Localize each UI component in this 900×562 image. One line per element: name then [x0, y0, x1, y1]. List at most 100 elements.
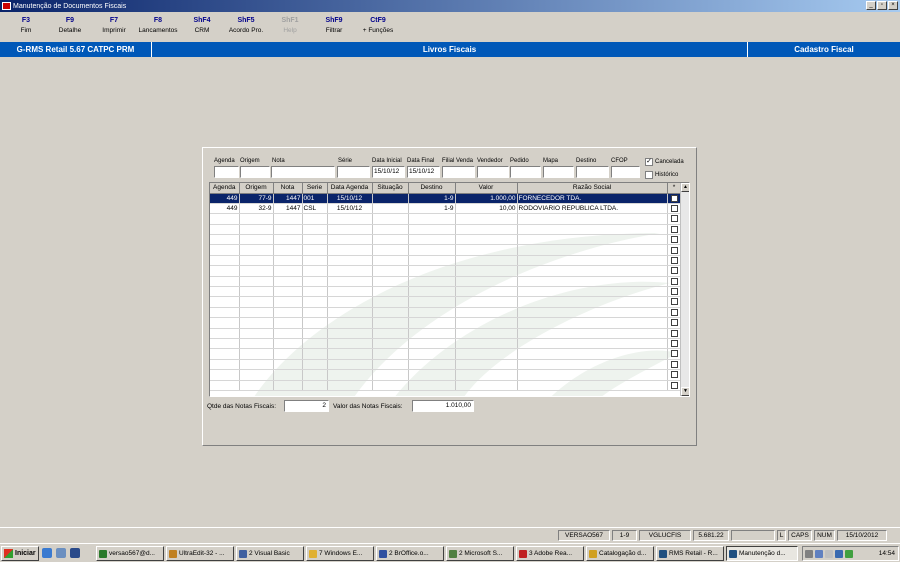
- row-checkbox[interactable]: [670, 236, 678, 244]
- scroll-up-arrow-icon[interactable]: ▲: [681, 183, 689, 192]
- row-select-cell[interactable]: [667, 224, 682, 236]
- minimize-button[interactable]: _: [866, 1, 876, 10]
- app-quicklaunch-icon[interactable]: [70, 548, 80, 558]
- tray-printer-icon[interactable]: [805, 549, 813, 558]
- taskbar-item-active[interactable]: Manutenção d...: [726, 546, 798, 561]
- toolbar-button-imprimir[interactable]: F7 Imprimir: [92, 12, 136, 40]
- taskbar-item[interactable]: UltraEdit-32 - ...: [166, 546, 234, 561]
- table-row[interactable]: [210, 213, 682, 225]
- network-quicklaunch-icon[interactable]: [56, 548, 66, 558]
- table-row[interactable]: [210, 244, 682, 256]
- origem-field[interactable]: [240, 166, 270, 178]
- toolbar-button-detalhe[interactable]: F9 Detalhe: [48, 12, 92, 40]
- toolbar-button-acordo[interactable]: ShF5 Acordo Pro.: [224, 12, 268, 40]
- agenda-field[interactable]: [214, 166, 239, 178]
- column-header[interactable]: Data Agenda: [327, 183, 373, 194]
- row-select-cell[interactable]: [667, 338, 682, 350]
- column-header[interactable]: Valor: [455, 183, 518, 194]
- taskbar-item[interactable]: RMS Retail - R...: [656, 546, 724, 561]
- ie-quicklaunch-icon[interactable]: [42, 548, 52, 558]
- row-select-cell[interactable]: [667, 255, 682, 267]
- row-select-cell[interactable]: [667, 213, 682, 225]
- row-checkbox[interactable]: [670, 246, 678, 254]
- table-row[interactable]: [210, 265, 682, 277]
- toolbar-button-lancamentos[interactable]: F8 Lancamentos: [136, 12, 180, 40]
- tray-security-icon[interactable]: [845, 549, 853, 558]
- table-row[interactable]: [210, 307, 682, 319]
- table-row[interactable]: [210, 296, 682, 308]
- vendedor-field[interactable]: [477, 166, 509, 178]
- row-checkbox[interactable]: [670, 298, 678, 306]
- row-checkbox[interactable]: [670, 277, 678, 285]
- row-select-cell[interactable]: [667, 317, 682, 329]
- row-select-cell[interactable]: [667, 276, 682, 288]
- cancelada-checkbox[interactable]: ✓: [645, 158, 653, 166]
- row-select-cell[interactable]: [667, 348, 682, 360]
- data-final-field[interactable]: 15/10/12: [407, 166, 440, 178]
- row-checkbox[interactable]: [670, 194, 678, 202]
- table-row[interactable]: [210, 286, 682, 298]
- historico-checkbox[interactable]: [645, 171, 653, 179]
- row-checkbox[interactable]: [670, 288, 678, 296]
- table-row[interactable]: [210, 338, 682, 350]
- table-row[interactable]: [210, 276, 682, 288]
- table-row[interactable]: 449 77-9 1447 001 15/10/12 1-9 1.000,00 …: [210, 193, 682, 204]
- row-checkbox[interactable]: [670, 225, 678, 233]
- toolbar-button-filtrar[interactable]: ShF9 Filtrar: [312, 12, 356, 40]
- taskbar-item[interactable]: 7 Windows E...: [306, 546, 374, 561]
- row-select-cell[interactable]: [667, 244, 682, 256]
- table-row[interactable]: [210, 359, 682, 371]
- taskbar-item[interactable]: 2 Visual Basic: [236, 546, 304, 561]
- table-row[interactable]: 449 32-9 1447 CSL 15/10/12 1-9 10,00 ROD…: [210, 203, 682, 215]
- column-header[interactable]: Serie: [302, 183, 328, 194]
- table-row[interactable]: [210, 224, 682, 236]
- table-row[interactable]: [210, 234, 682, 246]
- tray-volume-icon[interactable]: [825, 549, 833, 558]
- mapa-field[interactable]: [543, 166, 574, 178]
- data-inicial-field[interactable]: 15/10/12: [372, 166, 405, 178]
- column-header[interactable]: Situação: [372, 183, 409, 194]
- row-checkbox[interactable]: [670, 381, 678, 389]
- toolbar-button-crm[interactable]: ShF4 CRM: [180, 12, 224, 40]
- maximize-button[interactable]: ▫: [877, 1, 887, 10]
- taskbar-item[interactable]: 2 BrOffice.o...: [376, 546, 444, 561]
- table-row[interactable]: [210, 348, 682, 360]
- row-select-cell[interactable]: [667, 234, 682, 246]
- row-checkbox[interactable]: [670, 340, 678, 348]
- row-select-cell[interactable]: [667, 286, 682, 298]
- column-header[interactable]: Agenda: [210, 183, 240, 194]
- table-row[interactable]: [210, 317, 682, 329]
- taskbar-item[interactable]: Catalogação d...: [586, 546, 654, 561]
- row-select-cell[interactable]: [667, 359, 682, 371]
- row-select-cell[interactable]: [667, 380, 682, 391]
- tray-network-icon[interactable]: [815, 549, 823, 558]
- column-header[interactable]: Razão Social: [517, 183, 668, 194]
- tray-app-icon[interactable]: [835, 549, 843, 558]
- row-select-cell[interactable]: [667, 193, 682, 204]
- row-checkbox[interactable]: [670, 371, 678, 379]
- row-checkbox[interactable]: [670, 329, 678, 337]
- serie-field[interactable]: [337, 166, 370, 178]
- row-checkbox[interactable]: [670, 350, 678, 358]
- row-select-cell[interactable]: [667, 203, 682, 215]
- row-checkbox[interactable]: [670, 319, 678, 327]
- row-checkbox[interactable]: [670, 256, 678, 264]
- column-header[interactable]: Origem: [239, 183, 274, 194]
- table-row[interactable]: [210, 255, 682, 267]
- close-button[interactable]: ×: [888, 1, 898, 10]
- taskbar-item[interactable]: 2 Microsoft S...: [446, 546, 514, 561]
- nota-field[interactable]: [271, 166, 335, 178]
- table-row[interactable]: [210, 380, 682, 391]
- destino-field[interactable]: [576, 166, 609, 178]
- row-checkbox[interactable]: [670, 360, 678, 368]
- column-header[interactable]: Nota: [273, 183, 303, 194]
- column-header[interactable]: Destino: [408, 183, 456, 194]
- row-checkbox[interactable]: [670, 308, 678, 316]
- row-select-cell[interactable]: [667, 369, 682, 381]
- grid-scrollbar[interactable]: ▲ ▼: [680, 183, 689, 396]
- table-row[interactable]: [210, 369, 682, 381]
- row-checkbox[interactable]: [670, 267, 678, 275]
- taskbar-item[interactable]: versao567@d...: [96, 546, 164, 561]
- cfop-field[interactable]: [611, 166, 640, 178]
- row-checkbox[interactable]: [670, 215, 678, 223]
